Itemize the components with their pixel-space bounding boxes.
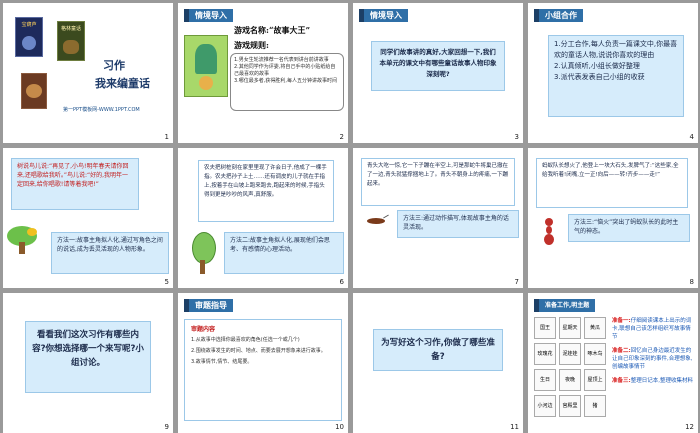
- book-cover-1: 宝葫芦: [15, 17, 43, 57]
- method-box: 方法一:故事主角拟人化,通过写角色之间的说话,成为丢灵活现的人物形象。: [51, 232, 169, 274]
- prep-label: 准备三:: [612, 378, 631, 384]
- rules-title: 游戏规则:: [234, 40, 269, 50]
- story-box: 青头大吃一惊,它一下子蹦在半空上,可是那蛇牛将巢已撤在了一边,青头就猛撑捆地上了…: [361, 158, 515, 206]
- ant-icon: [542, 218, 556, 246]
- prep-text: 整理日记本,整理收集材料: [630, 378, 693, 384]
- slide-8[interactable]: 蚂蚁队长想火了,他登上一块大石头,发脾气了:“这些家,全给我听着!闭嘴,立一正!…: [528, 148, 698, 288]
- slide-10[interactable]: 审题指导 审题内容 1.从故事中选择你最喜欢的角色(任选一个或几个) 2.围绕故…: [178, 293, 348, 433]
- emerald-city-illustration: [184, 35, 228, 97]
- rule-item: 3.哪位最多者,获得胜利,每人五分钟讲故事时间: [234, 78, 337, 84]
- slide-number: 4: [689, 133, 694, 141]
- guide-line: 2.围绕故事发生的时间、地点、而要去展开想象来进行故事。: [191, 348, 326, 354]
- slide-header: 审题指导: [184, 299, 233, 312]
- rules-box: 1.男女生轮流推荐一名代表到讲台前讲故事 2.其他同学作为评委,将自己手中的小贴…: [230, 53, 344, 111]
- slide-1[interactable]: 宝葫芦 格林童话 习作 我来编童话 第一PPT模板网-WWW.1PPT.COM …: [3, 3, 173, 143]
- slide-number: 9: [164, 423, 169, 431]
- guide-line: 3.故事情节,情节、结尾要。: [191, 359, 253, 365]
- task-item: 3.派代表发表自己小组的收获: [554, 73, 645, 81]
- book-cover-3: [21, 73, 47, 109]
- word-card: 玫瑰花: [534, 343, 556, 365]
- slide-number: 11: [510, 423, 519, 431]
- cricket-icon: [367, 214, 389, 226]
- slide-2[interactable]: 情境导入 游戏名称:“故事大王” 游戏规则: 1.男女生轮流推荐一名代表到讲台前…: [178, 3, 348, 143]
- method-box: 方法三:通过动作描写,体现故事主角的话灵活现。: [397, 210, 519, 238]
- task-item: 2.认真倾听,小组长做好整理: [554, 62, 640, 70]
- prep-list: 准备一:仔细阅读课本上出示的词卡,联想自己该怎样组织写故事情节 准备二:回忆自己…: [612, 317, 694, 385]
- slide-5[interactable]: 树说鸟儿说:“再见了,小鸟!明年春天请你回来,还唱歌给我听。”鸟儿说:“好的,我…: [3, 148, 173, 288]
- content-frame: 审题内容 1.从故事中选择你最喜欢的角色(任选一个或几个) 2.围绕故事发生的时…: [184, 319, 342, 421]
- rule-item: 1.男女生轮流推荐一名代表到讲台前讲故事: [234, 57, 329, 63]
- word-card: 星期天: [559, 317, 581, 339]
- word-card: 黄瓜: [584, 317, 606, 339]
- slide-header: 情境导入: [359, 9, 408, 22]
- word-card: 夜晚: [559, 369, 581, 391]
- word-card: 生日: [534, 369, 556, 391]
- slide-header: 准备工作,明主题: [534, 299, 596, 312]
- slide-11[interactable]: 为写好这个习作,你做了哪些准备? 11: [353, 293, 523, 433]
- word-card: 国王: [534, 317, 556, 339]
- tree-bird-illustration: [7, 226, 43, 256]
- prompt-box: 同学们故事讲的真好,大家回想一下,我们本单元的课文中有哪些童话故事人物印象深刻呢…: [371, 41, 505, 91]
- slide-header: 小组合作: [534, 9, 583, 22]
- question-box: 看看我们这次习作有哪些内容?你想选择哪一个来写呢?小组讨论。: [25, 321, 151, 393]
- section-subtitle: 审题内容: [191, 326, 216, 333]
- word-card: 小河边: [534, 395, 556, 417]
- slide-6[interactable]: 农夫把树桩刻在家里里现了许会日子,他成了一棵手指。农夫把孙子上土……还有调皮的儿…: [178, 148, 348, 288]
- slide-12[interactable]: 准备工作,明主题 国王 星期天 黄瓜 玫瑰花 泥娃娃 啄木鸟 生日 夜晚 屋顶上…: [528, 293, 698, 433]
- slide-number: 12: [685, 423, 694, 431]
- task-item: 1.分工合作,每人负责一篇课文中,你最喜欢的童话人物,说说你喜欢的理由: [554, 40, 678, 59]
- word-card: 宫殿里: [559, 395, 581, 417]
- word-card-grid: 国王 星期天 黄瓜 玫瑰花 泥娃娃 啄木鸟 生日 夜晚 屋顶上 小河边 宫殿里 …: [534, 317, 608, 417]
- word-card: 猪: [584, 395, 606, 417]
- prep-label: 准备一:: [612, 318, 631, 324]
- method-box: 方法三:“恼火”突出了蚂蚁队长的此时主气的神态。: [568, 214, 690, 242]
- question-box: 为写好这个习作,你做了哪些准备?: [373, 329, 503, 371]
- method-box: 方法二:故事主角拟人化,展现他们会思考、有感情的心理活动。: [224, 232, 344, 274]
- tree-illustration: [190, 232, 216, 276]
- slide-4[interactable]: 小组合作 1.分工合作,每人负责一篇课文中,你最喜欢的童话人物,说说你喜欢的理由…: [528, 3, 698, 143]
- slide-number: 3: [514, 133, 519, 141]
- rule-item: 2.其他同学作为评委,将自己手中的小贴纸给自己最喜欢的故事: [234, 64, 336, 77]
- slide-number: 5: [164, 278, 169, 286]
- slide-title: 习作: [103, 59, 125, 72]
- slide-number: 10: [335, 423, 344, 431]
- prep-label: 准备二:: [612, 348, 631, 354]
- slide-subtitle: 我来编童话: [95, 77, 150, 90]
- task-list-box: 1.分工合作,每人负责一篇课文中,你最喜欢的童话人物,说说你喜欢的理由 2.认真…: [548, 35, 684, 117]
- slide-7[interactable]: 青头大吃一惊,它一下子蹦在半空上,可是那蛇牛将巢已撤在了一边,青头就猛撑捆地上了…: [353, 148, 523, 288]
- slide-9[interactable]: 看看我们这次习作有哪些内容?你想选择哪一个来写呢?小组讨论。 9: [3, 293, 173, 433]
- slide-number: 6: [339, 278, 344, 286]
- slide-number: 7: [514, 278, 519, 286]
- slide-number: 1: [164, 133, 169, 141]
- footer-text: 第一PPT模板网-WWW.1PPT.COM: [63, 107, 140, 113]
- book-cover-2: 格林童话: [57, 21, 85, 61]
- story-box: 农夫把树桩刻在家里里现了许会日子,他成了一棵手指。农夫把孙子上土……还有调皮的儿…: [198, 160, 334, 222]
- word-card: 泥娃娃: [559, 343, 581, 365]
- slide-number: 8: [689, 278, 694, 286]
- dialogue-box: 树说鸟儿说:“再见了,小鸟!明年春天请你回来,还唱歌给我听。”鸟儿说:“好的,我…: [11, 158, 139, 210]
- word-card: 屋顶上: [584, 369, 606, 391]
- story-box: 蚂蚁队长想火了,他登上一块大石头,发脾气了:“这些家,全给我听着!闭嘴,立一正!…: [536, 158, 688, 208]
- slide-number: 2: [339, 133, 344, 141]
- game-title: 游戏名称:“故事大王”: [234, 25, 311, 35]
- word-card: 啄木鸟: [584, 343, 606, 365]
- slide-3[interactable]: 情境导入 同学们故事讲的真好,大家回想一下,我们本单元的课文中有哪些童话故事人物…: [353, 3, 523, 143]
- slide-header: 情境导入: [184, 9, 233, 22]
- guide-line: 1.从故事中选择你最喜欢的角色(任选一个或几个): [191, 337, 300, 343]
